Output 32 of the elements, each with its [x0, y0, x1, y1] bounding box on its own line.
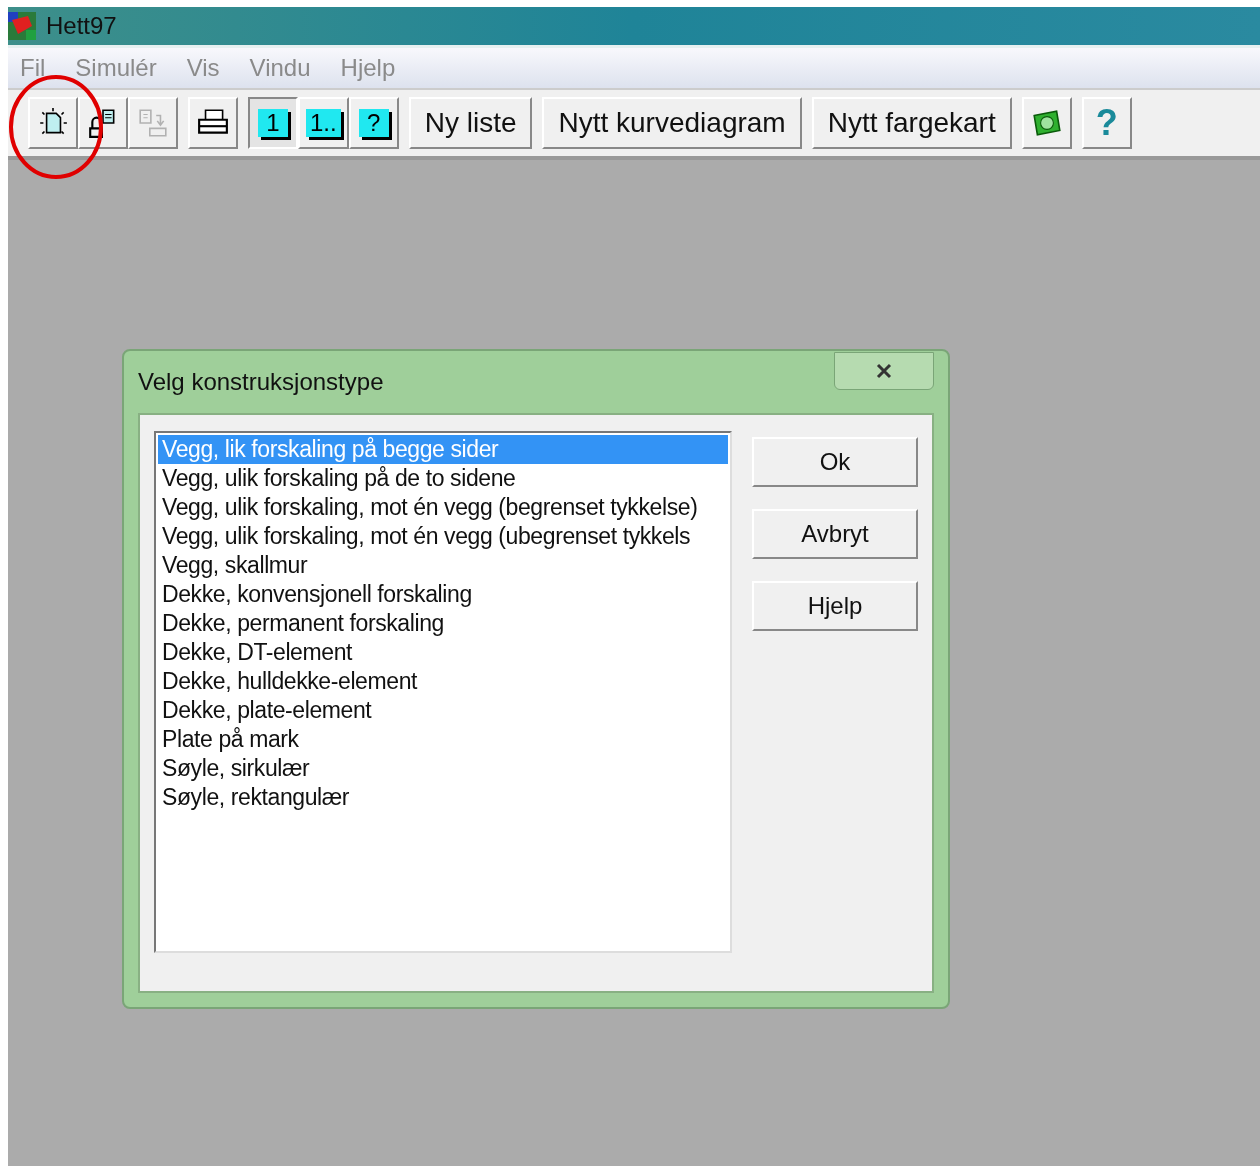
list-item[interactable]: Vegg, ulik forskaling på de to sidene: [158, 464, 728, 493]
view-button[interactable]: 1..: [298, 97, 349, 149]
dialog-button[interactable]: Hjelp: [752, 581, 918, 631]
toolbar-button[interactable]: Nytt kurvediagram: [542, 97, 802, 149]
list-item[interactable]: Vegg, skallmur: [158, 551, 728, 580]
new-document-button[interactable]: [28, 97, 78, 149]
copy-icon: [137, 107, 169, 139]
list-item[interactable]: Vegg, ulik forskaling, mot én vegg (ubegrenset tykkels: [158, 522, 728, 551]
dialog-title: Velg konstruksjonstype: [138, 368, 384, 396]
list-item[interactable]: Søyle, rektangulær: [158, 783, 728, 812]
open-button[interactable]: [78, 97, 128, 149]
list-item[interactable]: Dekke, permanent forskaling: [158, 609, 728, 638]
dialog-button[interactable]: Ok: [752, 437, 918, 487]
list-item[interactable]: Søyle, sirkulær: [158, 754, 728, 783]
toolbar-button[interactable]: Ny liste: [408, 97, 533, 149]
help-button[interactable]: ?: [1081, 97, 1132, 149]
window-title: Hett97: [46, 12, 117, 40]
list-item[interactable]: Dekke, DT-element: [158, 638, 728, 667]
list-item[interactable]: Dekke, plate-element: [158, 696, 728, 725]
toolbar-button[interactable]: Nytt fargekart: [811, 97, 1012, 149]
dialog-button[interactable]: Avbryt: [752, 509, 918, 559]
app-icon: [8, 12, 36, 40]
list-item[interactable]: Dekke, hulldekke-element: [158, 667, 728, 696]
list-item[interactable]: Dekke, konvensjonell forskaling: [158, 580, 728, 609]
view-button[interactable]: ?: [348, 97, 399, 149]
list-item[interactable]: Vegg, ulik forskaling, mot én vegg (begrenset tykkelse): [158, 493, 728, 522]
close-button[interactable]: [834, 352, 934, 390]
list-item[interactable]: Plate på mark: [158, 725, 728, 754]
print-button[interactable]: [188, 97, 238, 149]
money-button[interactable]: [1021, 97, 1072, 149]
view-button[interactable]: 1: [248, 97, 298, 149]
list-box[interactable]: [154, 431, 732, 953]
